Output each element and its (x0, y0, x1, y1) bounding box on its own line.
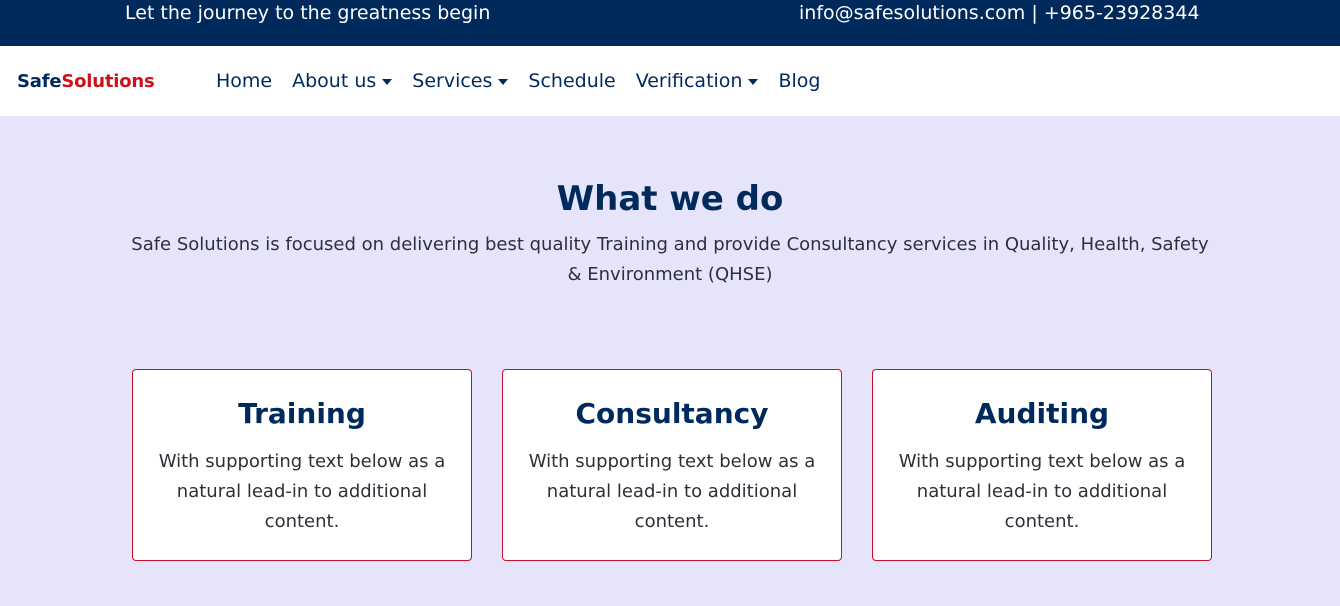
nav-item-about-us[interactable]: About us (282, 70, 402, 92)
nav-item-label: Verification (635, 70, 743, 92)
section-description: Safe Solutions is focused on delivering … (131, 234, 1209, 285)
nav-item-verification[interactable]: Verification (626, 70, 769, 92)
tagline: Let the journey to the greatness begin (125, 2, 491, 24)
service-card-auditing: Auditing With supporting text below as a… (872, 369, 1212, 561)
brand-logo-part2: Solutions (61, 71, 155, 92)
nav-item-label: About us (292, 70, 377, 92)
service-card-consultancy: Consultancy With supporting text below a… (502, 369, 842, 561)
nav-item-home[interactable]: Home (206, 70, 282, 92)
nav-item-label: Home (216, 70, 273, 92)
card-title: Auditing (974, 397, 1110, 430)
brand-logo-part1: Safe (17, 71, 62, 92)
caret-down-icon (748, 78, 759, 85)
nav-item-services[interactable]: Services (402, 70, 518, 92)
card-title: Training (238, 397, 366, 430)
caret-down-icon (382, 78, 393, 85)
service-card-training: Training With supporting text below as a… (132, 369, 472, 561)
what-we-do-section: What we do Safe Solutions is focused on … (0, 116, 1340, 606)
caret-down-icon (498, 78, 509, 85)
nav-item-label: Services (412, 70, 493, 92)
navbar: SafeSolutions Home About us Services Sch… (0, 46, 1340, 116)
section-title: What we do (556, 179, 784, 219)
brand-logo[interactable]: SafeSolutions (17, 46, 155, 118)
card-text: With supporting text below as a natural … (528, 451, 816, 532)
nav-item-blog[interactable]: Blog (768, 70, 830, 92)
main-nav: Home About us Services Schedule Verifica… (206, 46, 830, 116)
top-bar: Let the journey to the greatness begin i… (0, 0, 1340, 46)
nav-item-label: Blog (778, 70, 821, 92)
nav-item-schedule[interactable]: Schedule (518, 70, 625, 92)
card-text: With supporting text below as a natural … (898, 451, 1186, 532)
card-text: With supporting text below as a natural … (158, 451, 446, 532)
contact-info: info@safesolutions.com | +965-23928344 (799, 2, 1200, 24)
nav-item-label: Schedule (528, 70, 616, 92)
card-title: Consultancy (575, 397, 769, 430)
